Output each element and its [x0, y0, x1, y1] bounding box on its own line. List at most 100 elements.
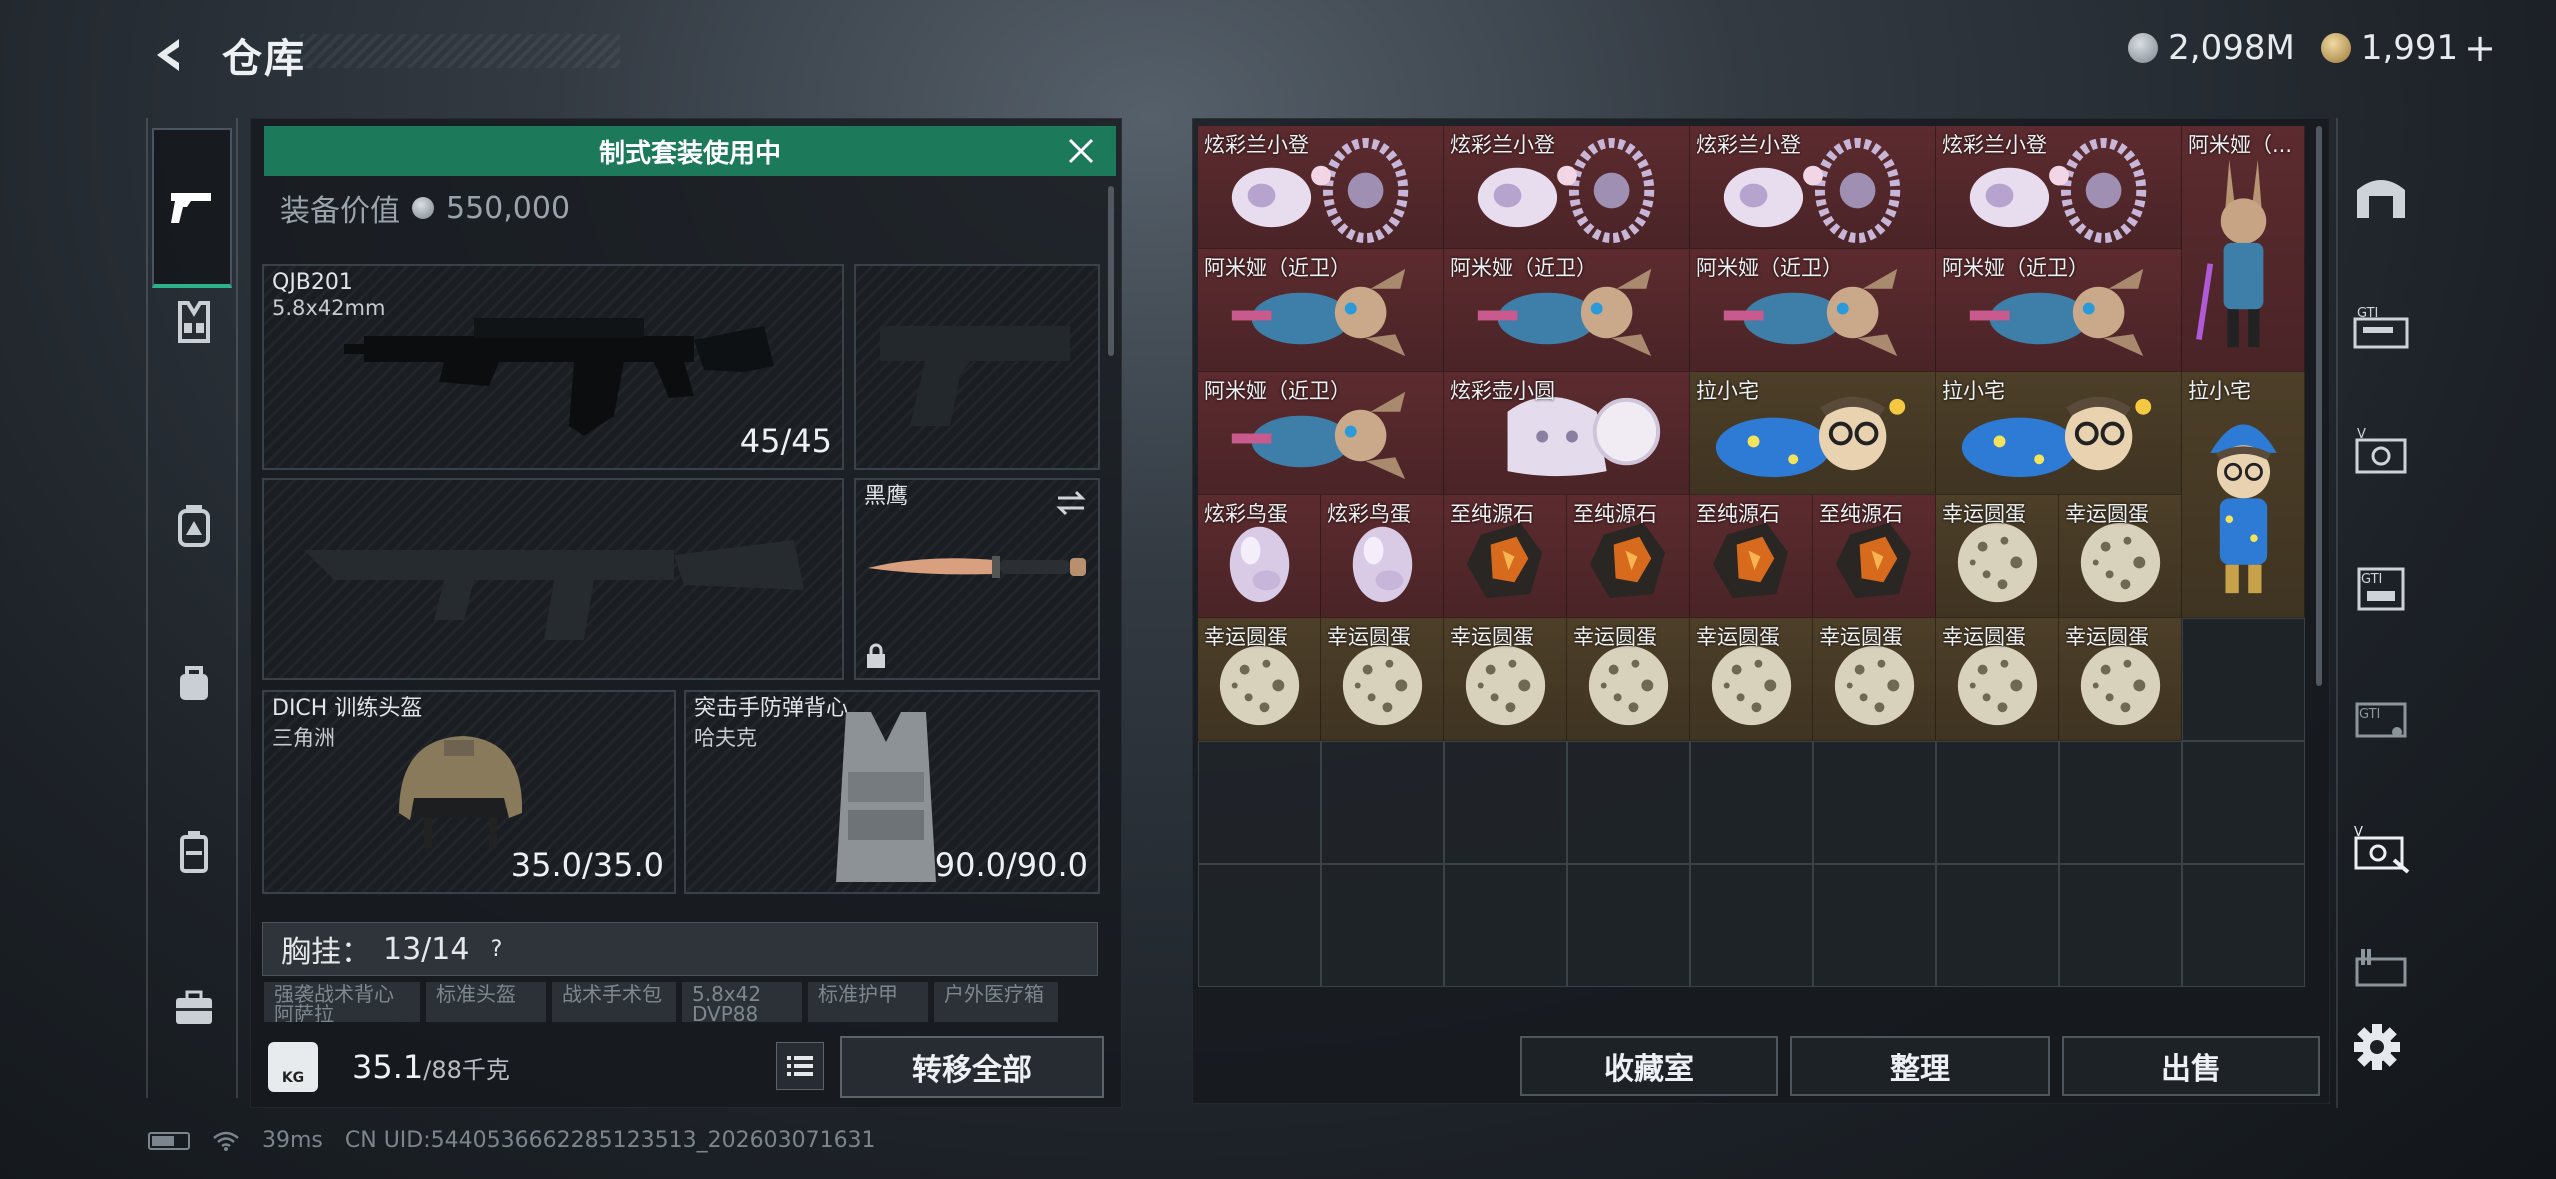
sell-button[interactable]: 出售: [2062, 1036, 2320, 1096]
stash-item[interactable]: 至纯源石: [1813, 495, 1936, 618]
empty-stash-cell[interactable]: [1321, 864, 1444, 987]
stash-scrollbar[interactable]: [2316, 126, 2322, 686]
empty-stash-cell[interactable]: [1444, 864, 1567, 987]
banner-text: 制式套装使用中: [598, 138, 781, 169]
stash-item[interactable]: 幸运圆蛋: [1813, 618, 1936, 741]
primary-weapon-slot[interactable]: QJB201 5.8x42mm 45/45: [262, 264, 844, 470]
empty-stash-cell[interactable]: [1690, 864, 1813, 987]
silver-coin-icon: [2128, 33, 2159, 63]
empty-stash-cell[interactable]: [1321, 741, 1444, 864]
stash-item[interactable]: 幸运圆蛋: [1321, 618, 1444, 741]
empty-stash-cell[interactable]: [1567, 864, 1690, 987]
chip-item[interactable]: 5.8x42 DVP88: [682, 982, 802, 1022]
stash-item[interactable]: 炫彩壶小圆: [1444, 372, 1690, 495]
stash-item[interactable]: 炫彩兰小登: [1198, 126, 1444, 249]
left-category-nav: [146, 118, 238, 1098]
nav-vault[interactable]: V: [2346, 420, 2416, 482]
nav-gun-case[interactable]: [2346, 936, 2416, 998]
secondary-weapon-slot[interactable]: [854, 264, 1100, 470]
nav-vault-tool[interactable]: V: [2346, 818, 2416, 880]
melee-slot[interactable]: 黑鹰: [854, 478, 1100, 680]
empty-stash-cell[interactable]: [1936, 741, 2059, 864]
stash-item[interactable]: 炫彩兰小登: [1690, 126, 1936, 249]
empty-stash-cell[interactable]: [1198, 741, 1321, 864]
collection-room-button[interactable]: 收藏室: [1520, 1036, 1778, 1096]
help-icon[interactable]: ?: [481, 934, 511, 964]
stash-item[interactable]: 幸运圆蛋: [1936, 495, 2059, 618]
nav-briefcase[interactable]: [160, 974, 228, 1042]
stash-item[interactable]: 阿米娅（近卫）: [1198, 249, 1444, 372]
secondary-primary-slot[interactable]: [262, 478, 844, 680]
chip-item[interactable]: 标准护甲: [808, 982, 928, 1022]
stash-item[interactable]: 幸运圆蛋: [1567, 618, 1690, 741]
empty-stash-cell[interactable]: [1567, 741, 1690, 864]
sort-button[interactable]: 整理: [1790, 1036, 2050, 1096]
stash-item[interactable]: 拉小宅: [2182, 372, 2305, 618]
stash-item-name: 炫彩兰小登: [1942, 133, 2047, 157]
stash-item[interactable]: 阿米娅（...: [2182, 126, 2305, 372]
nav-backpack[interactable]: [160, 492, 228, 560]
chip-item[interactable]: 户外医疗箱: [934, 982, 1058, 1022]
stash-item[interactable]: 炫彩兰小登: [1444, 126, 1690, 249]
empty-stash-cell[interactable]: [2182, 864, 2305, 987]
stash-item[interactable]: 幸运圆蛋: [1198, 618, 1321, 741]
empty-stash-cell[interactable]: [1813, 741, 1936, 864]
helmet-slot[interactable]: DICH 训练头盔 三角洲 35.0/35.0: [262, 690, 676, 894]
nav-gti-crate[interactable]: GTI: [2346, 686, 2416, 748]
stash-item[interactable]: 拉小宅: [1936, 372, 2182, 495]
empty-stash-cell[interactable]: [1936, 864, 2059, 987]
stash-item[interactable]: 至纯源石: [1567, 495, 1690, 618]
stash-item[interactable]: 幸运圆蛋: [1444, 618, 1567, 741]
weight-icon: KG: [268, 1042, 318, 1092]
settings-button[interactable]: [2344, 1014, 2410, 1080]
nav-case[interactable]: [160, 818, 228, 886]
nav-gti-box[interactable]: GTI: [2346, 296, 2416, 358]
list-view-button[interactable]: [776, 1042, 824, 1090]
empty-stash-cell[interactable]: [2182, 618, 2305, 741]
stash-item[interactable]: 炫彩鸟蛋: [1198, 495, 1321, 618]
nav-weapon[interactable]: [152, 128, 232, 288]
stash-item[interactable]: 阿米娅（近卫）: [1936, 249, 2182, 372]
stash-item[interactable]: 阿米娅（近卫）: [1690, 249, 1936, 372]
empty-stash-cell[interactable]: [1444, 741, 1567, 864]
chip-item[interactable]: 战术手术包: [552, 982, 676, 1022]
stash-item[interactable]: 幸运圆蛋: [1690, 618, 1813, 741]
chest-rig-capacity[interactable]: 胸挂： 13/14 ?: [262, 922, 1098, 976]
gti-box-icon: GTI: [2353, 306, 2409, 349]
swap-icon[interactable]: [1054, 488, 1088, 518]
stash-item[interactable]: 阿米娅（近卫）: [1444, 249, 1690, 372]
chip-item[interactable]: 强袭战术背心 阿萨拉: [264, 982, 420, 1022]
stash-item-name: 幸运圆蛋: [1942, 502, 2026, 526]
transfer-all-button[interactable]: 转移全部: [840, 1036, 1104, 1098]
stash-item-name: 炫彩兰小登: [1450, 133, 1555, 157]
empty-stash-cell[interactable]: [1690, 741, 1813, 864]
nav-shelter[interactable]: [2346, 166, 2416, 228]
stash-item[interactable]: 炫彩兰小登: [1936, 126, 2182, 249]
stash-item[interactable]: 至纯源石: [1690, 495, 1813, 618]
pistol-silhouette-icon: [880, 326, 1070, 426]
stash-item[interactable]: 幸运圆蛋: [2059, 495, 2182, 618]
empty-stash-cell[interactable]: [2059, 864, 2182, 987]
nav-chest-rig[interactable]: [160, 288, 228, 356]
stash-item[interactable]: 幸运圆蛋: [2059, 618, 2182, 741]
backpack-icon: [178, 505, 210, 547]
stash-item[interactable]: 幸运圆蛋: [1936, 618, 2059, 741]
armor-slot[interactable]: 突击手防弹背心 哈夫克 90.0/90.0: [684, 690, 1100, 894]
back-button[interactable]: [146, 30, 196, 80]
stash-item[interactable]: 炫彩鸟蛋: [1321, 495, 1444, 618]
stash-item[interactable]: 至纯源石: [1444, 495, 1567, 618]
stash-item[interactable]: 拉小宅: [1690, 372, 1936, 495]
nav-gti-safe[interactable]: GTI: [2346, 556, 2416, 618]
add-currency-button[interactable]: +: [2464, 26, 2496, 70]
gold-currency[interactable]: 1,991 +: [2320, 26, 2496, 70]
stash-item[interactable]: 阿米娅（近卫）: [1198, 372, 1444, 495]
close-icon[interactable]: [1062, 132, 1100, 170]
empty-stash-cell[interactable]: [1198, 864, 1321, 987]
empty-stash-cell[interactable]: [2059, 741, 2182, 864]
chip-item[interactable]: 标准头盔: [426, 982, 546, 1022]
empty-stash-cell[interactable]: [1813, 864, 1936, 987]
nav-bag[interactable]: [160, 648, 228, 716]
loadout-scrollbar[interactable]: [1108, 186, 1114, 356]
gti-safe-icon: GTI: [2357, 567, 2405, 611]
empty-stash-cell[interactable]: [2182, 741, 2305, 864]
